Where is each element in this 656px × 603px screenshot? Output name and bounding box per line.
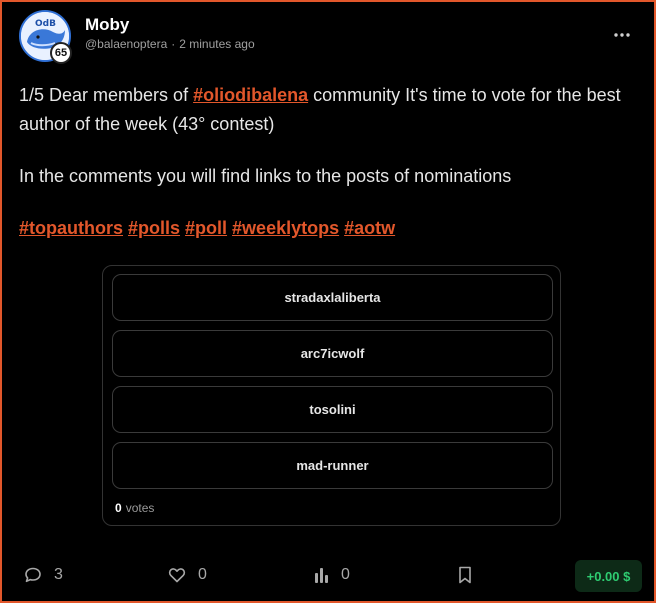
bookmark-button[interactable] <box>458 566 472 584</box>
poll-option-button[interactable]: stradaxlaliberta <box>112 274 553 321</box>
post-card: OdB 65 Moby @balaenoptera · 2 minutes ago … <box>0 0 656 603</box>
hashtag-link[interactable]: #weeklytops <box>232 218 339 238</box>
vote-count-number: 0 <box>115 501 122 515</box>
comment-icon <box>24 566 42 584</box>
poll-vote-count: 0 votes <box>115 501 154 515</box>
post-paragraph-1: 1/5 Dear members of #oliodibalena commun… <box>19 81 639 139</box>
payout-button[interactable]: +0.00 $ <box>575 560 642 592</box>
poll-option-button[interactable]: mad-runner <box>112 442 553 489</box>
bookmark-icon <box>458 566 472 584</box>
more-icon[interactable] <box>610 25 634 45</box>
avatar[interactable]: OdB 65 <box>19 10 72 64</box>
hashtag-link[interactable]: #polls <box>128 218 180 238</box>
post-time[interactable]: 2 minutes ago <box>179 37 254 51</box>
author-name[interactable]: Moby <box>85 15 129 35</box>
reputation-badge: 65 <box>50 42 72 64</box>
post-line1-prefix: 1/5 Dear members of <box>19 85 194 105</box>
hashtag-link[interactable]: #poll <box>185 218 227 238</box>
votes-label: votes <box>125 501 155 515</box>
post-body: 1/5 Dear members of #oliodibalena commun… <box>19 81 639 191</box>
hashtag-list: #topauthors #polls #poll #weeklytops #aotw <box>19 214 400 243</box>
post-paragraph-2: In the comments you will find links to t… <box>19 166 512 186</box>
community-hashtag-link[interactable]: #oliodibalena <box>193 85 308 105</box>
stats-count: 0 <box>341 566 350 583</box>
author-handle[interactable]: @balaenoptera <box>85 37 167 51</box>
like-count: 0 <box>198 566 207 583</box>
poll-option-button[interactable]: arc7icwolf <box>112 330 553 377</box>
like-button[interactable]: 0 <box>168 566 207 584</box>
meta-separator: · <box>171 37 176 51</box>
comment-button[interactable]: 3 <box>24 566 63 584</box>
hashtag-link[interactable]: #topauthors <box>19 218 123 238</box>
hashtag-link[interactable]: #aotw <box>344 218 395 238</box>
svg-text:OdB: OdB <box>35 19 56 29</box>
stats-button[interactable]: 0 <box>315 566 350 584</box>
comment-count: 3 <box>54 566 63 583</box>
poll: stradaxlaliberta arc7icwolf tosolini mad… <box>102 265 561 526</box>
heart-icon <box>168 566 186 584</box>
bar-chart-icon <box>315 567 329 583</box>
poll-option-button[interactable]: tosolini <box>112 386 553 433</box>
post-meta: @balaenoptera · 2 minutes ago <box>85 37 255 51</box>
